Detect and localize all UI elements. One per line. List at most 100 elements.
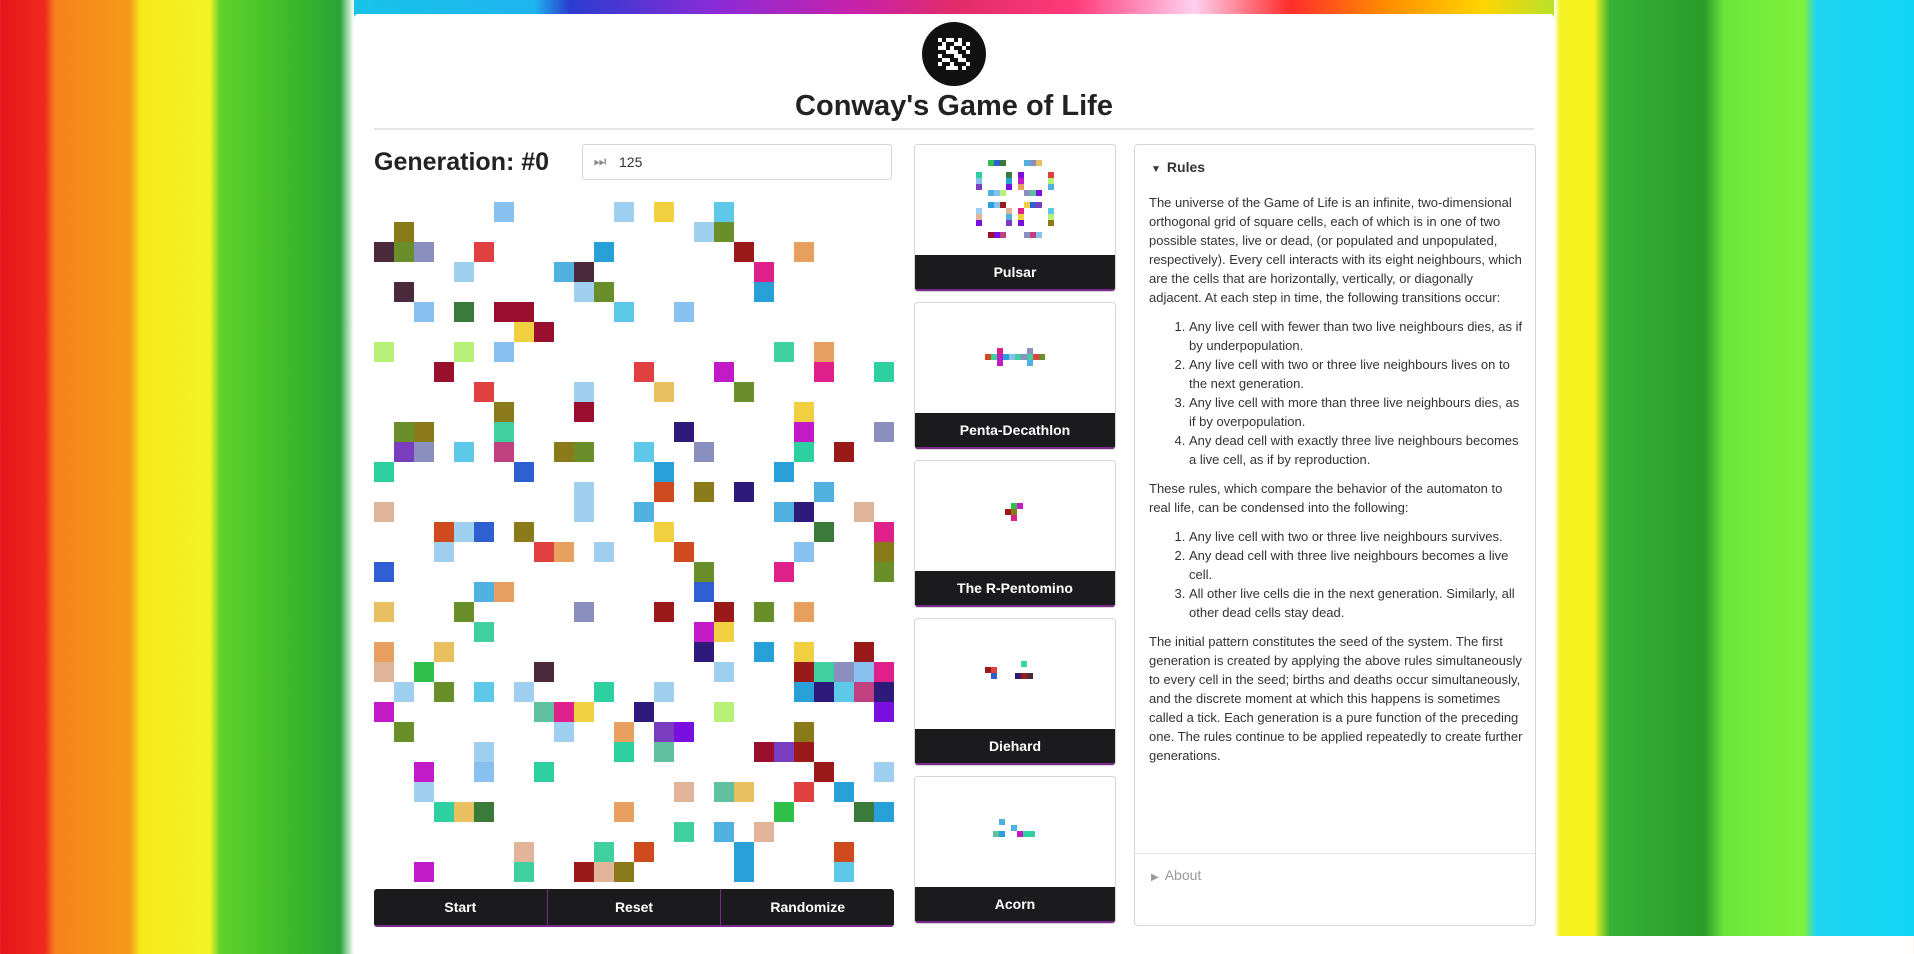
speed-input[interactable]: [617, 153, 881, 171]
live-cell[interactable]: [654, 682, 674, 702]
live-cell[interactable]: [534, 542, 554, 562]
live-cell[interactable]: [874, 682, 894, 702]
live-cell[interactable]: [794, 402, 814, 422]
live-cell[interactable]: [474, 522, 494, 542]
live-cell[interactable]: [774, 802, 794, 822]
live-cell[interactable]: [514, 842, 534, 862]
live-cell[interactable]: [534, 702, 554, 722]
speed-field[interactable]: ⏭: [582, 144, 892, 180]
live-cell[interactable]: [794, 662, 814, 682]
live-cell[interactable]: [554, 262, 574, 282]
live-cell[interactable]: [474, 382, 494, 402]
rules-toggle[interactable]: ▼ Rules: [1151, 159, 1205, 175]
live-cell[interactable]: [834, 862, 854, 882]
live-cell[interactable]: [854, 502, 874, 522]
live-cell[interactable]: [574, 602, 594, 622]
live-cell[interactable]: [514, 862, 534, 882]
live-cell[interactable]: [654, 202, 674, 222]
live-cell[interactable]: [394, 242, 414, 262]
live-cell[interactable]: [734, 862, 754, 882]
live-cell[interactable]: [434, 362, 454, 382]
live-cell[interactable]: [874, 542, 894, 562]
live-cell[interactable]: [514, 682, 534, 702]
live-cell[interactable]: [574, 282, 594, 302]
live-cell[interactable]: [614, 722, 634, 742]
live-cell[interactable]: [874, 702, 894, 722]
live-cell[interactable]: [634, 442, 654, 462]
live-cell[interactable]: [694, 622, 714, 642]
live-cell[interactable]: [714, 662, 734, 682]
live-cell[interactable]: [714, 602, 734, 622]
live-cell[interactable]: [654, 482, 674, 502]
live-cell[interactable]: [634, 702, 654, 722]
live-cell[interactable]: [514, 462, 534, 482]
live-cell[interactable]: [414, 762, 434, 782]
live-cell[interactable]: [574, 502, 594, 522]
live-cell[interactable]: [574, 702, 594, 722]
preset-r-pentomino[interactable]: The R-Pentomino: [914, 460, 1116, 608]
live-cell[interactable]: [794, 442, 814, 462]
live-cell[interactable]: [394, 222, 414, 242]
live-cell[interactable]: [794, 742, 814, 762]
live-cell[interactable]: [854, 662, 874, 682]
live-cell[interactable]: [374, 702, 394, 722]
live-cell[interactable]: [674, 542, 694, 562]
live-cell[interactable]: [454, 262, 474, 282]
live-cell[interactable]: [474, 802, 494, 822]
live-cell[interactable]: [514, 322, 534, 342]
live-cell[interactable]: [714, 362, 734, 382]
preset-pulsar[interactable]: Pulsar: [914, 144, 1116, 292]
live-cell[interactable]: [474, 742, 494, 762]
live-cell[interactable]: [474, 622, 494, 642]
live-cell[interactable]: [454, 602, 474, 622]
live-cell[interactable]: [654, 382, 674, 402]
live-cell[interactable]: [574, 262, 594, 282]
preset-diehard[interactable]: Diehard: [914, 618, 1116, 766]
live-cell[interactable]: [414, 422, 434, 442]
live-cell[interactable]: [374, 662, 394, 682]
live-cell[interactable]: [774, 502, 794, 522]
live-cell[interactable]: [554, 542, 574, 562]
live-cell[interactable]: [754, 282, 774, 302]
live-cell[interactable]: [674, 782, 694, 802]
live-cell[interactable]: [754, 822, 774, 842]
live-cell[interactable]: [454, 442, 474, 462]
live-cell[interactable]: [554, 442, 574, 462]
live-cell[interactable]: [474, 762, 494, 782]
live-cell[interactable]: [794, 642, 814, 662]
live-cell[interactable]: [814, 662, 834, 682]
live-cell[interactable]: [674, 822, 694, 842]
live-cell[interactable]: [734, 242, 754, 262]
live-cell[interactable]: [814, 362, 834, 382]
live-cell[interactable]: [774, 742, 794, 762]
live-cell[interactable]: [574, 482, 594, 502]
live-cell[interactable]: [374, 602, 394, 622]
live-cell[interactable]: [794, 602, 814, 622]
live-cell[interactable]: [374, 342, 394, 362]
live-cell[interactable]: [594, 242, 614, 262]
live-cell[interactable]: [474, 242, 494, 262]
live-cell[interactable]: [854, 682, 874, 702]
live-cell[interactable]: [814, 762, 834, 782]
live-cell[interactable]: [414, 302, 434, 322]
live-cell[interactable]: [794, 682, 814, 702]
live-cell[interactable]: [414, 242, 434, 262]
live-cell[interactable]: [794, 242, 814, 262]
live-cell[interactable]: [654, 462, 674, 482]
live-cell[interactable]: [874, 802, 894, 822]
live-cell[interactable]: [694, 222, 714, 242]
live-cell[interactable]: [774, 562, 794, 582]
live-cell[interactable]: [814, 682, 834, 702]
live-cell[interactable]: [614, 802, 634, 822]
live-cell[interactable]: [754, 642, 774, 662]
live-cell[interactable]: [754, 602, 774, 622]
live-cell[interactable]: [774, 462, 794, 482]
live-cell[interactable]: [574, 402, 594, 422]
live-cell[interactable]: [814, 342, 834, 362]
live-cell[interactable]: [734, 782, 754, 802]
live-cell[interactable]: [714, 702, 734, 722]
live-cell[interactable]: [874, 762, 894, 782]
live-cell[interactable]: [714, 202, 734, 222]
start-button[interactable]: Start: [374, 889, 548, 925]
live-cell[interactable]: [394, 442, 414, 462]
